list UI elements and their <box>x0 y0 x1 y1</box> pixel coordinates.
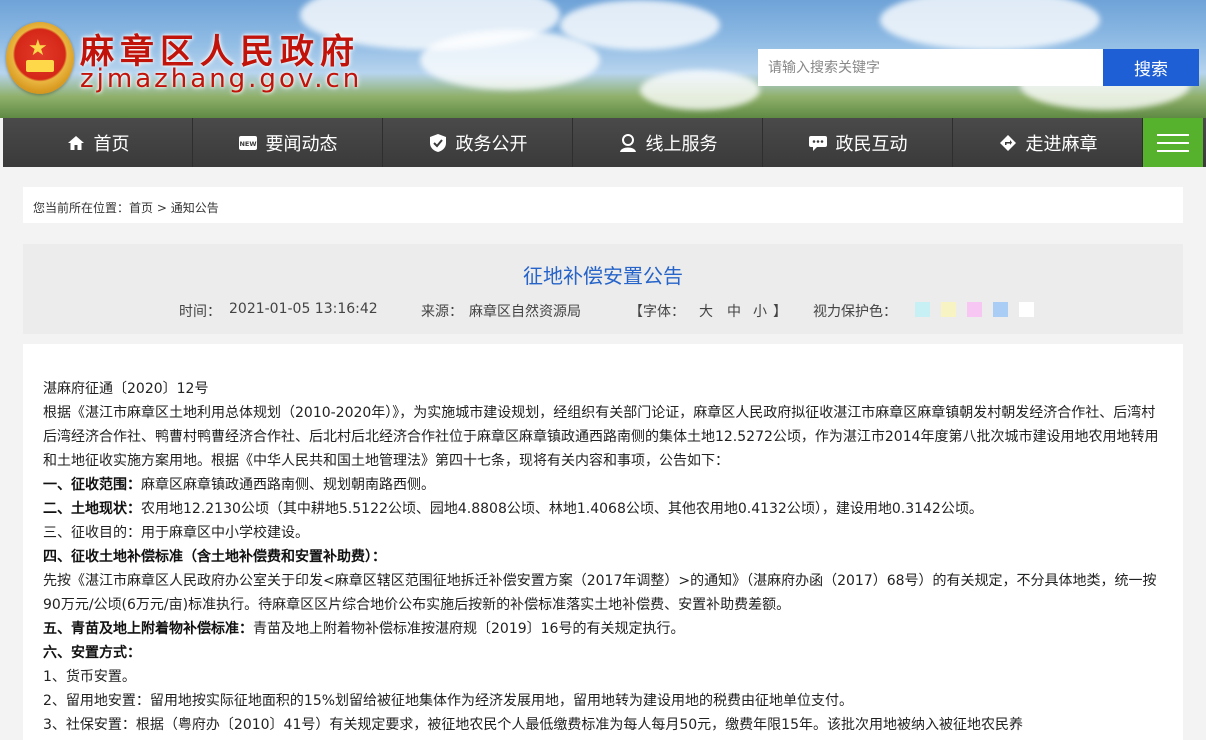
eye-care-color-blue[interactable] <box>993 302 1008 317</box>
home-icon <box>66 133 86 153</box>
section-heading: 四、征收土地补偿标准（含土地补偿费和安置补助费）： <box>43 549 386 565</box>
nav-item-online-service[interactable]: 线上服务 <box>573 118 763 167</box>
eye-care-color-pink[interactable] <box>967 302 982 317</box>
nav-item-about[interactable]: 走进麻章 <box>953 118 1143 167</box>
section-6-heading: 六、安置方式： <box>43 641 1163 665</box>
news-icon: NEW <box>238 133 258 153</box>
section-heading: 五、青苗及地上附着物补偿标准： <box>43 621 253 637</box>
breadcrumb-separator: > <box>153 201 171 215</box>
nav-item-label: 线上服务 <box>645 133 718 155</box>
section-4-heading: 四、征收土地补偿标准（含土地补偿费和安置补助费）： <box>43 545 1163 569</box>
nav-item-gov-affairs[interactable]: 政务公开 <box>383 118 573 167</box>
article-body: 湛麻府征通〔2020〕12号 根据《湛江市麻章区土地利用总体规划（2010-20… <box>23 344 1183 740</box>
section-4-text: 先按《湛江市麻章区人民政府办公室关于印发<麻章区辖区范围征地拆迁补偿安置方案（2… <box>43 573 1157 613</box>
nav-item-news[interactable]: NEW 要闻动态 <box>193 118 383 167</box>
breadcrumb-prefix: 您当前所在位置： <box>33 201 130 215</box>
search-input[interactable] <box>758 49 1104 86</box>
nav-item-home[interactable]: 首页 <box>3 118 193 167</box>
cloud-decoration <box>880 0 1100 50</box>
section-2: 二、土地现状：农用地12.2130公顷（其中耕地5.5122公顷、园地4.880… <box>43 497 1163 521</box>
cloud-decoration <box>560 0 720 50</box>
source-label: 来源： <box>421 304 463 320</box>
svg-text:NEW: NEW <box>239 140 256 148</box>
eye-care-color-cyan[interactable] <box>915 302 930 317</box>
chat-icon <box>808 133 828 153</box>
article-meta: 时间： 2021-01-05 13:16:42 来源： 麻章区自然资源局 【字体… <box>23 301 1183 321</box>
section-text: 麻章区麻章镇政通西路南侧、规划朝南路西侧。 <box>141 477 435 493</box>
nav-item-label: 首页 <box>93 133 130 155</box>
article-header: 征地补偿安置公告 时间： 2021-01-05 13:16:42 来源： 麻章区… <box>23 244 1183 334</box>
section-text: 青苗及地上附着物补偿标准按湛府规〔2019〕16号的有关规定执行。 <box>253 621 685 637</box>
section-6-item-2: 2、留用地安置：留用地按实际征地面积的15%划留给被征地集体作为经济发展用地，留… <box>43 693 854 709</box>
font-size-small-button[interactable]: 小 <box>753 301 767 321</box>
time-label: 时间： <box>179 304 221 320</box>
search-button[interactable]: 搜索 <box>1103 49 1199 86</box>
section-heading: 二、土地现状： <box>43 501 141 517</box>
national-emblem-logo[interactable]: ★ <box>6 22 74 94</box>
doc-number: 湛麻府征通〔2020〕12号 <box>43 381 209 397</box>
nav-item-label: 政民互动 <box>835 133 908 155</box>
section-3: 三、征收目的：用于麻章区中小学校建设。 <box>43 521 1163 545</box>
font-size-label: 【字体： <box>629 304 685 320</box>
font-size-large-button[interactable]: 大 <box>699 301 713 321</box>
section-heading: 六、安置方式： <box>43 645 141 661</box>
section-6-item-1: 1、货币安置。 <box>43 669 136 685</box>
section-text: ：用于麻章区中小学校建设。 <box>127 525 309 541</box>
nav-item-label: 政务公开 <box>455 133 528 155</box>
article-title: 征地补偿安置公告 <box>523 264 683 288</box>
nav-item-label: 走进麻章 <box>1025 133 1098 155</box>
font-size-medium-button[interactable]: 中 <box>727 301 741 321</box>
section-6-item-3: 3、社保安置：根据（粤府办〔2010〕41号）有关规定要求，被征地农民个人最低缴… <box>43 717 1023 733</box>
main-nav: 首页 NEW 要闻动态 政务公开 线上服务 政民互动 走进麻章 <box>3 118 1206 167</box>
cloud-decoration <box>640 70 760 110</box>
hamburger-menu-icon[interactable] <box>1143 118 1203 167</box>
section-heading: 三、征收目的 <box>43 525 127 541</box>
eye-care-label: 视力保护色： <box>813 304 897 320</box>
eye-care-color-white[interactable] <box>1019 302 1034 317</box>
header-banner: ★ 麻章区人民政府 zjmazhang.gov.cn 搜索 <box>0 0 1206 118</box>
user-icon <box>618 133 638 153</box>
nav-item-label: 要闻动态 <box>265 133 338 155</box>
shield-icon <box>428 133 448 153</box>
breadcrumb-current-link[interactable]: 通知公告 <box>171 201 219 215</box>
section-heading: 一、征收范围： <box>43 477 141 493</box>
nav-item-interaction[interactable]: 政民互动 <box>763 118 953 167</box>
section-text: 农用地12.2130公顷（其中耕地5.5122公顷、园地4.8808公顷、林地1… <box>141 501 983 517</box>
section-1: 一、征收范围：麻章区麻章镇政通西路南侧、规划朝南路西侧。 <box>43 473 1163 497</box>
breadcrumb-home-link[interactable]: 首页 <box>129 201 153 215</box>
section-5: 五、青苗及地上附着物补偿标准：青苗及地上附着物补偿标准按湛府规〔2019〕16号… <box>43 617 1163 641</box>
eye-care-color-yellow[interactable] <box>941 302 956 317</box>
font-size-label-close: 】 <box>773 304 787 320</box>
source-value: 麻章区自然资源局 <box>469 304 581 320</box>
direction-icon <box>998 133 1018 153</box>
site-domain: zjmazhang.gov.cn <box>80 64 363 94</box>
article-intro: 根据《湛江市麻章区土地利用总体规划（2010-2020年）》，为实施城市建设规划… <box>43 405 1159 469</box>
breadcrumb: 您当前所在位置：首页 > 通知公告 <box>23 187 1183 223</box>
publish-time: 2021-01-05 13:16:42 <box>229 301 378 317</box>
